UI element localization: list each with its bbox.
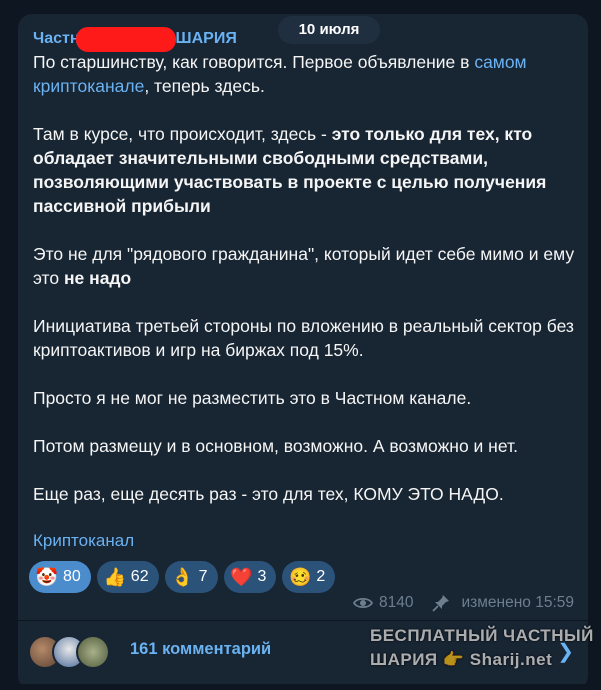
channel-name-prefix: Частн bbox=[33, 30, 80, 47]
paragraph-3: Это не для "рядового гражданина", которы… bbox=[33, 244, 575, 288]
pointing-hand-icon: 👉 bbox=[442, 650, 465, 669]
reaction-woozy[interactable]: 🥴 2 bbox=[282, 561, 336, 593]
message-text: По старшинству, как говорится. Первое об… bbox=[33, 50, 581, 506]
paragraph-6: Потом размещу и в основном, возможно. А … bbox=[33, 436, 518, 456]
reaction-count: 80 bbox=[63, 568, 81, 585]
date-badge: 10 июля bbox=[278, 16, 380, 44]
paragraph-4: Инициатива третьей стороны по вложению в… bbox=[33, 316, 574, 360]
reaction-count: 2 bbox=[316, 568, 326, 585]
paragraph-5: Просто я не мог не разместить это в Част… bbox=[33, 388, 472, 408]
reaction-count: 7 bbox=[198, 568, 208, 585]
thumbs-up-icon: 👍 bbox=[103, 566, 126, 587]
watermark-line-2: ШАРИЯ 👉 Sharij.net bbox=[370, 650, 553, 669]
reaction-count: 3 bbox=[257, 568, 267, 585]
paragraph-7: Еще раз, еще десять раз - это для тех, К… bbox=[33, 484, 504, 504]
clown-face-icon: 🤡 bbox=[35, 566, 59, 587]
reaction-heart[interactable]: ❤️ 3 bbox=[223, 561, 277, 593]
watermark: БЕСПЛАТНЫЙ ЧАСТНЫЙ ШАРИЯ 👉 Sharij.net bbox=[370, 624, 594, 672]
comments-count: 161 комментарий bbox=[130, 639, 272, 658]
watermark-line-1: БЕСПЛАТНЫЙ ЧАСТНЫЙ bbox=[370, 626, 594, 645]
reaction-thumbs-up[interactable]: 👍 62 bbox=[96, 561, 159, 593]
paragraph-2: Там в курсе, что происходит, здесь - это… bbox=[33, 124, 547, 216]
eye-icon bbox=[353, 597, 374, 609]
reaction-count: 62 bbox=[130, 568, 149, 585]
edited-time: изменено 15:59 bbox=[461, 594, 575, 611]
redaction-mark bbox=[76, 27, 176, 52]
commenter-avatars bbox=[28, 629, 128, 669]
ok-hand-icon: 👌 bbox=[171, 566, 194, 587]
woozy-face-icon: 🥴 bbox=[289, 566, 312, 587]
reaction-clown[interactable]: 🤡 80 bbox=[29, 561, 91, 593]
bottom-edge bbox=[0, 684, 601, 690]
avatar bbox=[76, 635, 110, 669]
channel-name-suffix: ШАРИЯ bbox=[175, 30, 237, 47]
views-count: 8140 bbox=[379, 594, 414, 611]
signature-link[interactable]: Криптоканал bbox=[33, 531, 134, 551]
message-meta: 8140 изменено 15:59 bbox=[353, 594, 574, 612]
reactions-bar: 🤡 80 👍 62 👌 7 ❤️ 3 🥴 2 bbox=[29, 561, 336, 593]
pin-icon bbox=[431, 595, 449, 612]
red-heart-icon: ❤️ bbox=[230, 566, 253, 587]
paragraph-1: По старшинству, как говорится. Первое об… bbox=[33, 52, 527, 96]
reaction-ok-hand[interactable]: 👌 7 bbox=[164, 561, 218, 593]
